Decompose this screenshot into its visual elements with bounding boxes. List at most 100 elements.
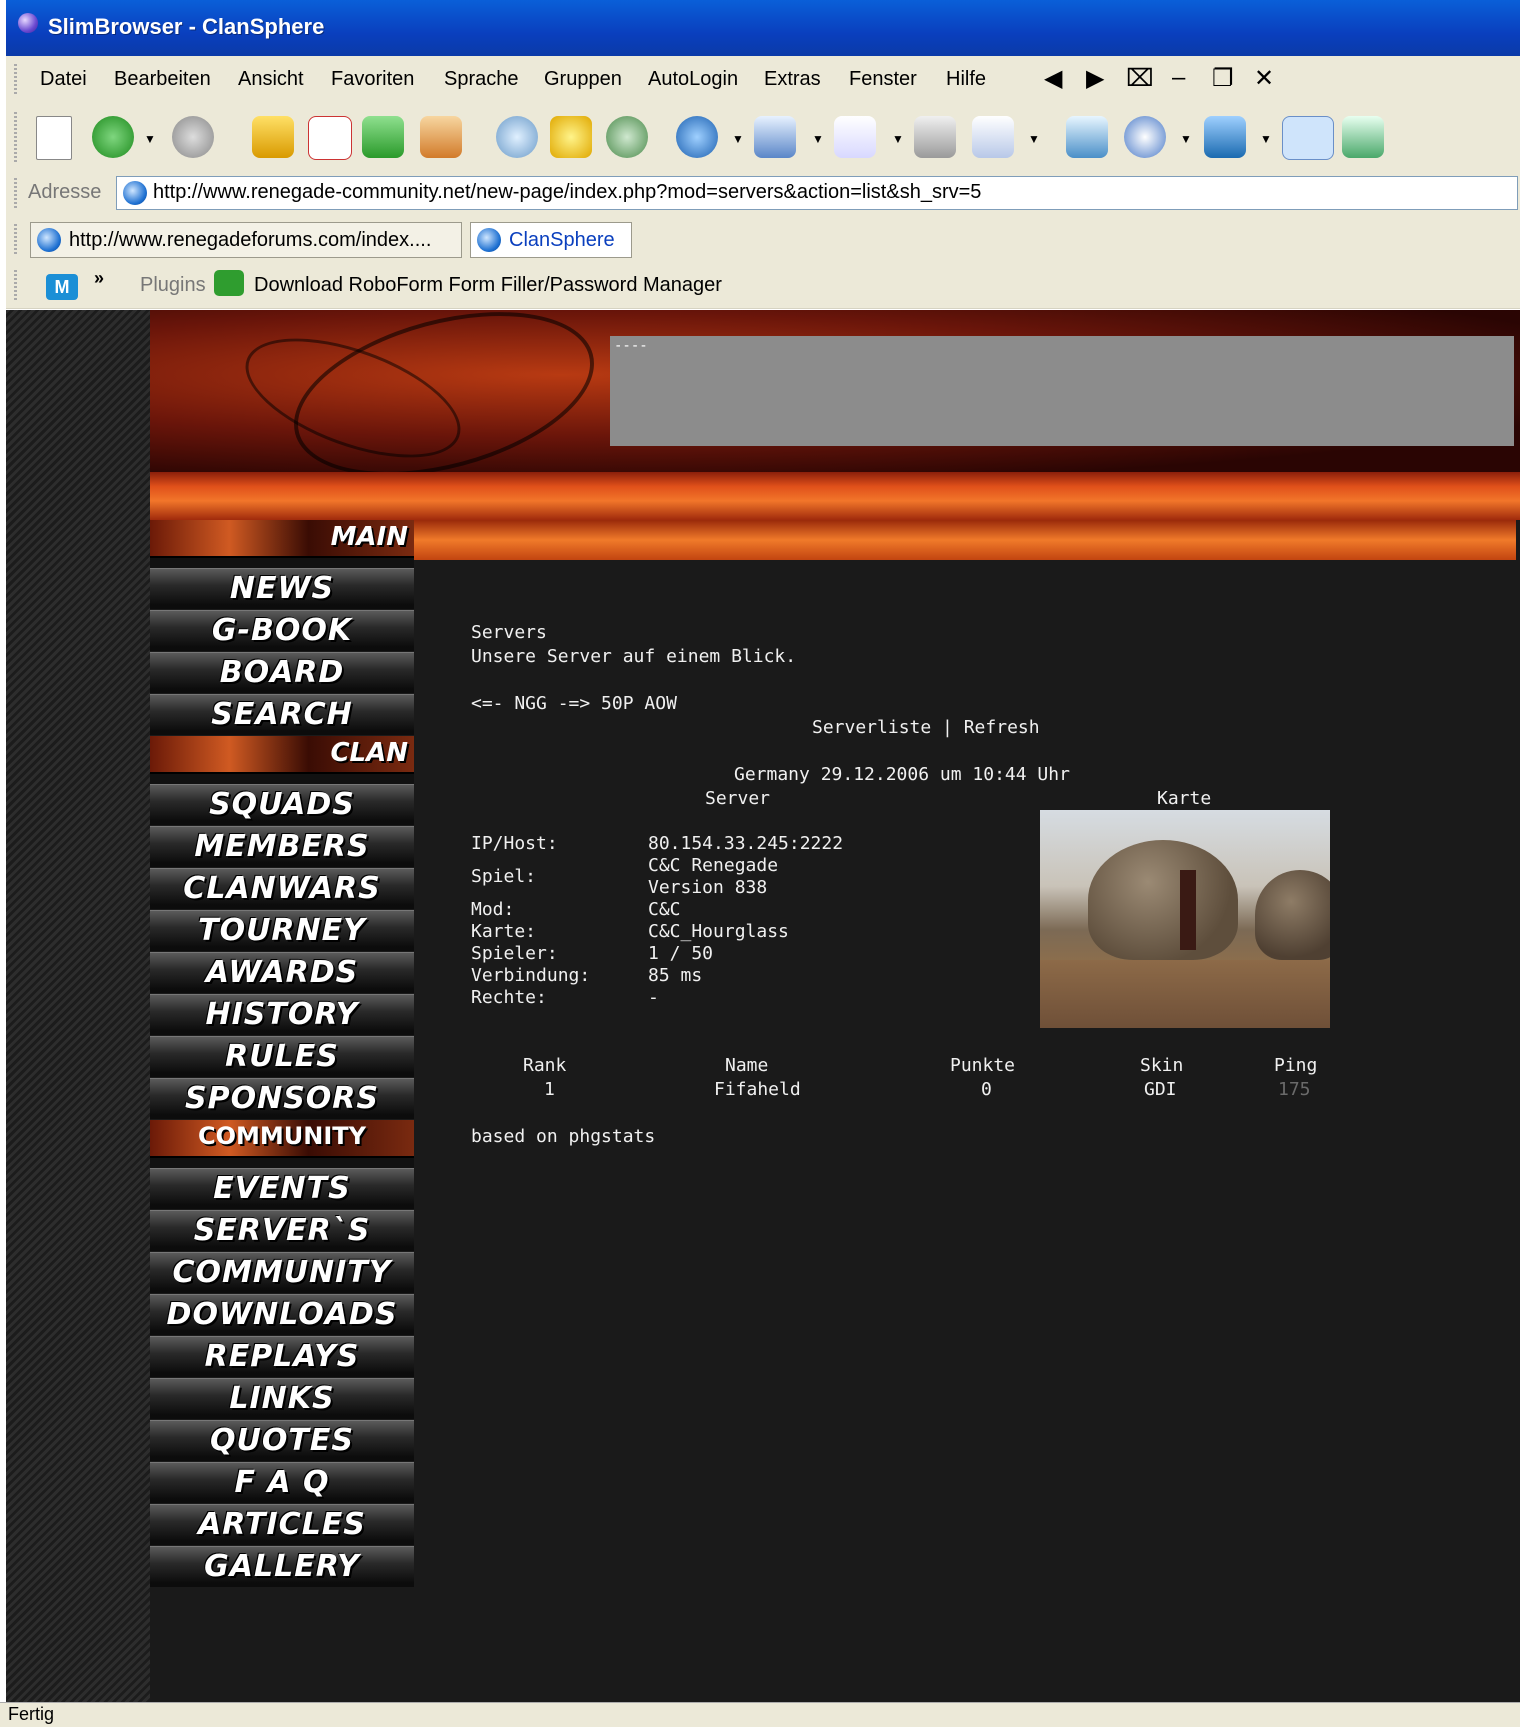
more-chevron[interactable]: » xyxy=(94,268,104,289)
next-window-icon[interactable]: ▶ xyxy=(1086,64,1104,93)
nav-search[interactable]: SEARCH xyxy=(150,694,414,735)
nav-label: REPLAYS xyxy=(204,1339,360,1374)
toolbar-grip[interactable] xyxy=(14,224,17,254)
toolbar-grip[interactable] xyxy=(14,270,17,300)
nav-label: EVENTS xyxy=(213,1171,351,1206)
footer-credit: based on phgstats xyxy=(471,1126,656,1147)
toolbar-grip[interactable] xyxy=(14,112,17,162)
menu-datei[interactable]: Datei xyxy=(40,68,87,91)
tab-clansphere[interactable]: ClanSphere xyxy=(470,222,632,258)
link-bar: M » Plugins Download RoboForm Form Fille… xyxy=(6,262,1520,309)
form-icon[interactable] xyxy=(972,116,1014,158)
font-icon[interactable] xyxy=(1204,116,1246,158)
nav-board[interactable]: BOARD xyxy=(150,652,414,693)
nav-quotes[interactable]: QUOTES xyxy=(150,1420,414,1461)
new-page-icon[interactable] xyxy=(36,116,72,160)
map-value: C&C_Hourglass xyxy=(648,921,789,942)
rights-value: - xyxy=(648,987,659,1008)
mail-dropdown-icon[interactable]: ▼ xyxy=(892,132,904,146)
zoom-icon[interactable] xyxy=(1124,116,1166,158)
search-icon[interactable] xyxy=(496,116,538,158)
print-icon[interactable] xyxy=(914,116,956,158)
home-icon[interactable] xyxy=(420,116,462,158)
nav-label: SERVER`S xyxy=(193,1213,371,1248)
address-label: Adresse xyxy=(28,181,102,203)
back-dropdown-icon[interactable]: ▼ xyxy=(144,132,156,146)
maximize-window-icon[interactable] xyxy=(1282,116,1334,160)
nav-spacer xyxy=(150,774,414,784)
roboform-link[interactable]: Download RoboForm Form Filler/Password M… xyxy=(254,274,722,297)
nav-squads[interactable]: SQUADS xyxy=(150,784,414,825)
nav-events[interactable]: EVENTS xyxy=(150,1168,414,1209)
up-folder-icon[interactable] xyxy=(252,116,294,158)
nav-faq[interactable]: F A Q xyxy=(150,1462,414,1503)
map-tower xyxy=(1180,870,1196,950)
menu-ansicht[interactable]: Ansicht xyxy=(238,68,304,91)
nav-community[interactable]: COMMUNITY xyxy=(150,1252,414,1293)
nav-label: SQUADS xyxy=(209,787,355,822)
roboform-icon[interactable] xyxy=(214,270,244,296)
menu-sprache[interactable]: Sprache xyxy=(444,68,519,91)
nav-history[interactable]: HISTORY xyxy=(150,994,414,1035)
edit-dropdown-icon[interactable]: ▼ xyxy=(812,132,824,146)
map-column-header: Karte xyxy=(1157,788,1212,809)
serverliste-refresh-links[interactable]: Serverliste | Refresh xyxy=(812,717,1040,738)
nav-members[interactable]: MEMBERS xyxy=(150,826,414,867)
main-toolbar: ▼ ▼ ▼ ▼ ▼ ▼ ▼ xyxy=(6,104,1520,171)
nav-awards[interactable]: AWARDS xyxy=(150,952,414,993)
nav-tourney[interactable]: TOURNEY xyxy=(150,910,414,951)
m-icon[interactable]: M xyxy=(46,274,78,300)
toolbar-grip[interactable] xyxy=(14,178,17,208)
restore-icon[interactable]: ❐ xyxy=(1212,64,1234,93)
nav-gallery[interactable]: GALLERY xyxy=(150,1546,414,1587)
menu-fenster[interactable]: Fenster xyxy=(849,68,917,91)
address-url[interactable]: http://www.renegade-community.net/new-pa… xyxy=(153,181,981,204)
map-rock xyxy=(1255,870,1330,960)
stop-icon[interactable] xyxy=(308,116,352,160)
address-input[interactable]: http://www.renegade-community.net/new-pa… xyxy=(116,176,1518,210)
nav-rules[interactable]: RULES xyxy=(150,1036,414,1077)
menu-autologin[interactable]: AutoLogin xyxy=(648,68,738,91)
nav-label: MEMBERS xyxy=(194,829,370,864)
forward-icon[interactable] xyxy=(172,116,214,158)
refresh-icon[interactable] xyxy=(362,116,404,158)
menu-favoriten[interactable]: Favoriten xyxy=(331,68,414,91)
page-icon xyxy=(37,228,61,252)
nav-news[interactable]: NEWS xyxy=(150,568,414,609)
zoom-dropdown-icon[interactable]: ▼ xyxy=(1180,132,1192,146)
plugins-label[interactable]: Plugins xyxy=(140,274,206,297)
toolbar-grip[interactable] xyxy=(14,64,17,96)
nav-links[interactable]: LINKS xyxy=(150,1378,414,1419)
popup-icon[interactable] xyxy=(1066,116,1108,158)
prev-window-icon[interactable]: ◀ xyxy=(1044,64,1062,93)
form-dropdown-icon[interactable]: ▼ xyxy=(1028,132,1040,146)
mail-icon[interactable] xyxy=(834,116,876,158)
globe-dropdown-icon[interactable]: ▼ xyxy=(732,132,744,146)
favorites-star-icon[interactable] xyxy=(550,116,592,158)
tile-window-icon[interactable] xyxy=(1342,116,1384,158)
rank-header: Rank xyxy=(523,1055,567,1076)
close-all-icon[interactable]: ⌧ xyxy=(1126,64,1154,93)
tab-renegadeforums[interactable]: http://www.renegadeforums.com/index.... xyxy=(30,222,462,258)
nav-servers[interactable]: SERVER`S xyxy=(150,1210,414,1251)
menu-gruppen[interactable]: Gruppen xyxy=(544,68,622,91)
menu-bearbeiten[interactable]: Bearbeiten xyxy=(114,68,211,91)
globe-icon[interactable] xyxy=(676,116,718,158)
menu-hilfe[interactable]: Hilfe xyxy=(946,68,986,91)
nav-g-book[interactable]: G-BOOK xyxy=(150,610,414,651)
minimize-icon[interactable]: – xyxy=(1172,64,1185,92)
nav-sponsors[interactable]: SPONSORS xyxy=(150,1078,414,1119)
rights-label: Rechte: xyxy=(471,987,547,1008)
nav-downloads[interactable]: DOWNLOADS xyxy=(150,1294,414,1335)
tab-label: ClanSphere xyxy=(509,229,615,251)
history-icon[interactable] xyxy=(606,116,648,158)
site-navigation: MAIN NEWS G-BOOK BOARD SEARCH CLAN SQUAD… xyxy=(150,520,414,1588)
edit-icon[interactable] xyxy=(754,116,796,158)
font-dropdown-icon[interactable]: ▼ xyxy=(1260,132,1272,146)
nav-articles[interactable]: ARTICLES xyxy=(150,1504,414,1545)
back-icon[interactable] xyxy=(92,116,134,158)
nav-replays[interactable]: REPLAYS xyxy=(150,1336,414,1377)
nav-clanwars[interactable]: CLANWARS xyxy=(150,868,414,909)
menu-extras[interactable]: Extras xyxy=(764,68,821,91)
close-icon[interactable]: ✕ xyxy=(1254,64,1274,93)
